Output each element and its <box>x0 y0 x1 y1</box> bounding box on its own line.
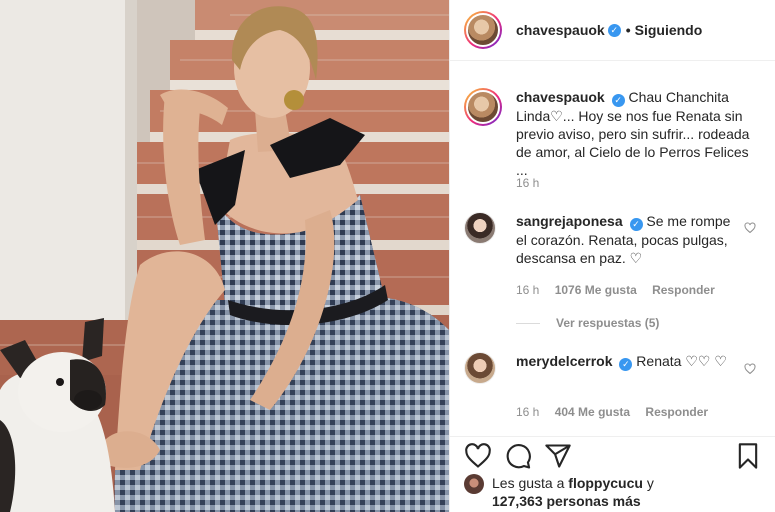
share-icon[interactable] <box>544 442 572 470</box>
liker-username[interactable]: floppycucu <box>568 475 643 491</box>
reply-button[interactable]: Responder <box>652 283 715 297</box>
view-replies-toggle[interactable]: Ver respuestas (5) <box>516 316 659 330</box>
comment-likes-count[interactable]: 404 Me gusta <box>555 405 630 419</box>
comment-meta: 16 h 1076 Me gusta Responder <box>516 283 715 297</box>
comment-time[interactable]: 16 h <box>516 283 539 297</box>
liker-avatar[interactable] <box>464 474 484 494</box>
verified-badge-icon: ✓ <box>607 23 621 37</box>
comment-time[interactable]: 16 h <box>516 405 539 419</box>
bookmark-icon[interactable] <box>734 442 762 470</box>
commenter-avatar[interactable] <box>464 212 496 244</box>
comment-body: merydelcerrok ✓ Renata ♡♡ ♡ <box>516 352 742 384</box>
separator-dot: • <box>625 22 631 38</box>
likes-text: Les gusta a floppycucu y 127,363 persona… <box>492 474 762 510</box>
post-side-panel: chavespauok ✓ • Siguiendo chavespauok ✓ … <box>449 0 775 512</box>
commenter-avatar[interactable] <box>464 352 496 384</box>
comment-entry: sangrejaponesa ✓ Se me rompe el corazón.… <box>464 212 764 267</box>
likes-suffix: y <box>646 475 654 491</box>
comment-icon[interactable] <box>504 442 532 470</box>
french-bulldog-illustration <box>0 318 115 512</box>
comment-entry: merydelcerrok ✓ Renata ♡♡ ♡ <box>464 352 764 384</box>
verified-badge-icon: ✓ <box>619 358 633 371</box>
likes-others-count[interactable]: 127,363 personas más <box>492 493 641 509</box>
post-actions-bar <box>450 436 775 476</box>
view-replies-label: Ver respuestas (5) <box>556 316 660 330</box>
comments-list[interactable]: chavespauok ✓ Chau Chanchita Linda♡... H… <box>450 62 775 436</box>
instagram-post-view: chavespauok ✓ • Siguiendo chavespauok ✓ … <box>0 0 775 512</box>
likes-prefix: Les gusta a <box>492 475 565 491</box>
caption-body: chavespauok ✓ Chau Chanchita Linda♡... H… <box>516 88 752 179</box>
caption-entry: chavespauok ✓ Chau Chanchita Linda♡... H… <box>464 88 764 179</box>
heart-icon[interactable] <box>464 442 492 470</box>
comment-meta: 16 h 404 Me gusta Responder <box>516 405 708 419</box>
author-username[interactable]: chavespauok <box>516 22 605 38</box>
author-avatar[interactable] <box>464 11 502 49</box>
comment-username[interactable]: sangrejaponesa <box>516 213 623 229</box>
comment-likes-count[interactable]: 1076 Me gusta <box>555 283 637 297</box>
post-header: chavespauok ✓ • Siguiendo <box>450 0 775 61</box>
caption-avatar[interactable] <box>464 88 502 126</box>
reply-button[interactable]: Responder <box>645 405 708 419</box>
comment-body: sangrejaponesa ✓ Se me rompe el corazón.… <box>516 212 742 267</box>
post-photo[interactable] <box>0 0 449 512</box>
comment-like-heart-icon[interactable] <box>744 222 756 234</box>
caption-timestamp[interactable]: 16 h <box>516 176 539 190</box>
verified-badge-icon: ✓ <box>611 94 625 107</box>
verified-badge-icon: ✓ <box>629 218 643 231</box>
likes-summary: Les gusta a floppycucu y 127,363 persona… <box>464 474 762 510</box>
replies-divider <box>516 322 540 324</box>
following-button[interactable]: Siguiendo <box>635 22 703 38</box>
comment-username[interactable]: merydelcerrok <box>516 353 613 369</box>
comment-like-heart-icon[interactable] <box>744 363 756 375</box>
caption-username[interactable]: chavespauok <box>516 89 605 105</box>
comment-text: Renata ♡♡ ♡ <box>636 353 727 369</box>
